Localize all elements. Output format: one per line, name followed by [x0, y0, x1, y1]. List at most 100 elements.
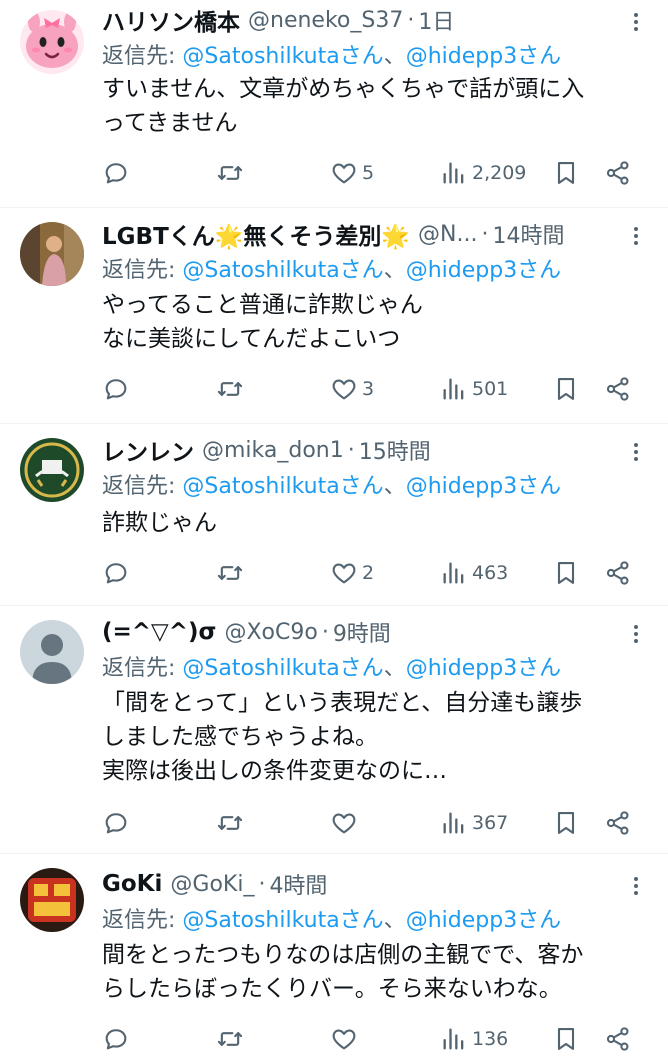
- timestamp[interactable]: 9時間: [333, 616, 391, 648]
- reply-icon: [102, 1025, 130, 1053]
- share-button[interactable]: [604, 372, 632, 406]
- share-icon: [604, 159, 632, 187]
- default-person-avatar-icon[interactable]: [20, 620, 84, 684]
- heart-icon: [330, 559, 358, 587]
- display-name[interactable]: GoKi: [102, 871, 162, 897]
- tweet[interactable]: GoKi @GoKi_ · 4時間 返信先: @Satoshilkutaさん、@…: [0, 854, 668, 1064]
- tweet[interactable]: レンレン @mika_don1 · 15時間 返信先: @Satoshilkut…: [0, 424, 668, 606]
- share-button[interactable]: [604, 1022, 632, 1056]
- person-photo-avatar-icon[interactable]: [20, 222, 84, 286]
- user-handle[interactable]: @GoKi_: [170, 872, 254, 897]
- retweet-button[interactable]: [216, 1022, 244, 1056]
- bookmark-button[interactable]: [552, 556, 580, 590]
- tweet-text: 詐欺じゃん: [102, 510, 217, 536]
- pink-bunny-avatar-icon[interactable]: [20, 10, 84, 74]
- bookmark-button[interactable]: [552, 1022, 580, 1056]
- retweet-button[interactable]: [216, 372, 244, 406]
- replying-to: 返信先: @Satoshilkutaさん、@hidepp3さん: [102, 902, 561, 934]
- mention-link[interactable]: @hidepp3さん: [406, 656, 561, 681]
- like-button[interactable]: 3: [330, 372, 374, 406]
- replying-to-label: 返信先:: [102, 656, 183, 681]
- separator-dot: ·: [258, 871, 266, 897]
- mention-joiner: 、: [383, 474, 406, 499]
- action-bar: 5 2,209: [102, 156, 642, 190]
- tweet-text: やってること普通に詐欺じゃん なに美談にしてんだよこいつ: [102, 292, 423, 352]
- retweet-button[interactable]: [216, 556, 244, 590]
- emblem-avatar-icon[interactable]: [20, 438, 84, 502]
- more-icon[interactable]: [630, 622, 642, 646]
- reply-icon: [102, 159, 130, 187]
- view-count: 136: [472, 1028, 509, 1050]
- heart-icon: [330, 809, 358, 837]
- display-name[interactable]: LGBTくん🌟無くそう差別🌟: [102, 217, 410, 251]
- like-button[interactable]: 2: [330, 556, 374, 590]
- mention-joiner: 、: [383, 44, 406, 69]
- tweet-header: ハリソン橋本 @neneko_S37 · 1日: [102, 2, 620, 38]
- sign-photo-avatar-icon[interactable]: [20, 868, 84, 932]
- tweet[interactable]: LGBTくん🌟無くそう差別🌟 @N... · 14時間 返信先: @Satosh…: [0, 208, 668, 424]
- heart-icon: [330, 159, 358, 187]
- bookmark-button[interactable]: [552, 372, 580, 406]
- more-icon[interactable]: [630, 10, 642, 34]
- more-icon[interactable]: [630, 874, 642, 898]
- mention-link[interactable]: @Satoshilkutaさん: [182, 656, 383, 681]
- mention-link[interactable]: @Satoshilkutaさん: [182, 44, 383, 69]
- replying-to: 返信先: @Satoshilkutaさん、@hidepp3さん: [102, 468, 561, 500]
- heart-icon: [330, 1025, 358, 1053]
- retweet-button[interactable]: [216, 806, 244, 840]
- mention-link[interactable]: @Satoshilkutaさん: [182, 474, 383, 499]
- reply-button[interactable]: [102, 806, 130, 840]
- like-button[interactable]: [330, 806, 362, 840]
- more-icon[interactable]: [630, 224, 642, 248]
- separator-dot: ·: [321, 619, 329, 645]
- mention-joiner: 、: [383, 908, 406, 933]
- timestamp[interactable]: 15時間: [359, 434, 431, 466]
- share-button[interactable]: [604, 806, 632, 840]
- mention-link[interactable]: @hidepp3さん: [406, 474, 561, 499]
- timestamp[interactable]: 1日: [418, 4, 454, 36]
- views-button[interactable]: 501: [440, 372, 508, 406]
- reply-button[interactable]: [102, 556, 130, 590]
- mention-link[interactable]: @hidepp3さん: [406, 908, 561, 933]
- display-name[interactable]: (=^▽^)σ: [102, 619, 216, 645]
- tweet[interactable]: (=^▽^)σ @XoC9o · 9時間 返信先: @Satoshilkutaさ…: [0, 606, 668, 854]
- mention-link[interactable]: @Satoshilkutaさん: [182, 258, 383, 283]
- user-handle[interactable]: @mika_don1: [202, 438, 344, 463]
- user-handle[interactable]: @N...: [418, 222, 477, 247]
- tweet-header: (=^▽^)σ @XoC9o · 9時間: [102, 614, 620, 650]
- views-button[interactable]: 463: [440, 556, 508, 590]
- share-icon: [604, 559, 632, 587]
- reply-button[interactable]: [102, 156, 130, 190]
- more-icon[interactable]: [630, 440, 642, 464]
- display-name[interactable]: レンレン: [102, 433, 194, 467]
- bookmark-button[interactable]: [552, 156, 580, 190]
- tweet[interactable]: ハリソン橋本 @neneko_S37 · 1日 返信先: @Satoshilku…: [0, 0, 668, 208]
- bookmark-icon: [552, 809, 580, 837]
- timestamp[interactable]: 4時間: [269, 868, 327, 900]
- bookmark-icon: [552, 1025, 580, 1053]
- timestamp[interactable]: 14時間: [492, 218, 564, 250]
- share-button[interactable]: [604, 156, 632, 190]
- views-button[interactable]: 2,209: [440, 156, 526, 190]
- mention-link[interactable]: @hidepp3さん: [406, 258, 561, 283]
- like-button[interactable]: [330, 1022, 362, 1056]
- mention-link[interactable]: @Satoshilkutaさん: [182, 908, 383, 933]
- like-button[interactable]: 5: [330, 156, 374, 190]
- reply-button[interactable]: [102, 1022, 130, 1056]
- views-icon: [440, 159, 468, 187]
- reply-icon: [102, 809, 130, 837]
- views-button[interactable]: 367: [440, 806, 508, 840]
- views-button[interactable]: 136: [440, 1022, 508, 1056]
- display-name[interactable]: ハリソン橋本: [102, 3, 240, 37]
- bookmark-button[interactable]: [552, 806, 580, 840]
- separator-dot: ·: [481, 221, 489, 247]
- user-handle[interactable]: @XoC9o: [224, 620, 317, 645]
- mention-link[interactable]: @hidepp3さん: [406, 44, 561, 69]
- retweet-button[interactable]: [216, 156, 244, 190]
- like-count: 2: [362, 562, 375, 584]
- reply-button[interactable]: [102, 372, 130, 406]
- share-button[interactable]: [604, 556, 632, 590]
- tweet-text: すいません、文章がめちゃくちゃで話が頭に入 ってきません: [102, 76, 585, 136]
- user-handle[interactable]: @neneko_S37: [248, 8, 403, 33]
- separator-dot: ·: [407, 7, 415, 33]
